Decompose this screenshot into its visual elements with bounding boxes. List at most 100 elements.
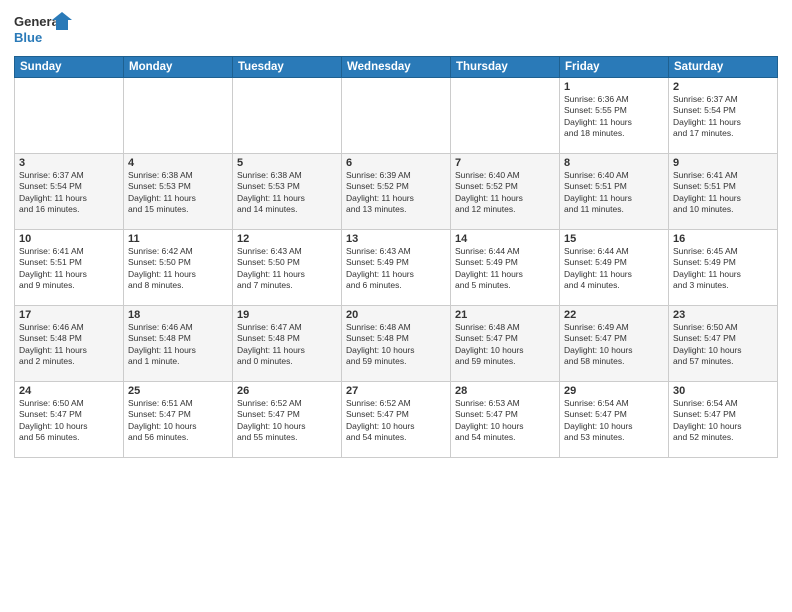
- day-number: 14: [455, 233, 555, 245]
- calendar-cell: 1Sunrise: 6:36 AM Sunset: 5:55 PM Daylig…: [560, 78, 669, 154]
- calendar-cell: [342, 78, 451, 154]
- day-info: Sunrise: 6:48 AM Sunset: 5:47 PM Dayligh…: [455, 322, 555, 368]
- calendar-cell: [233, 78, 342, 154]
- weekday-header: Monday: [124, 57, 233, 78]
- calendar-cell: 24Sunrise: 6:50 AM Sunset: 5:47 PM Dayli…: [15, 382, 124, 458]
- day-number: 10: [19, 233, 119, 245]
- calendar-cell: 2Sunrise: 6:37 AM Sunset: 5:54 PM Daylig…: [669, 78, 778, 154]
- calendar-cell: 29Sunrise: 6:54 AM Sunset: 5:47 PM Dayli…: [560, 382, 669, 458]
- day-info: Sunrise: 6:50 AM Sunset: 5:47 PM Dayligh…: [19, 398, 119, 444]
- header: General Blue: [14, 10, 778, 50]
- logo: General Blue: [14, 10, 74, 50]
- calendar-cell: 7Sunrise: 6:40 AM Sunset: 5:52 PM Daylig…: [451, 154, 560, 230]
- day-number: 19: [237, 309, 337, 321]
- day-number: 21: [455, 309, 555, 321]
- day-number: 6: [346, 157, 446, 169]
- day-number: 1: [564, 81, 664, 93]
- day-info: Sunrise: 6:46 AM Sunset: 5:48 PM Dayligh…: [128, 322, 228, 368]
- day-number: 16: [673, 233, 773, 245]
- day-info: Sunrise: 6:52 AM Sunset: 5:47 PM Dayligh…: [346, 398, 446, 444]
- day-number: 4: [128, 157, 228, 169]
- day-info: Sunrise: 6:38 AM Sunset: 5:53 PM Dayligh…: [128, 170, 228, 216]
- day-info: Sunrise: 6:40 AM Sunset: 5:51 PM Dayligh…: [564, 170, 664, 216]
- calendar-cell: 19Sunrise: 6:47 AM Sunset: 5:48 PM Dayli…: [233, 306, 342, 382]
- day-number: 7: [455, 157, 555, 169]
- calendar-cell: [15, 78, 124, 154]
- day-number: 24: [19, 385, 119, 397]
- svg-text:Blue: Blue: [14, 30, 42, 45]
- calendar-cell: 6Sunrise: 6:39 AM Sunset: 5:52 PM Daylig…: [342, 154, 451, 230]
- day-number: 5: [237, 157, 337, 169]
- day-number: 17: [19, 309, 119, 321]
- weekday-header: Wednesday: [342, 57, 451, 78]
- calendar-week-row: 3Sunrise: 6:37 AM Sunset: 5:54 PM Daylig…: [15, 154, 778, 230]
- calendar-cell: 13Sunrise: 6:43 AM Sunset: 5:49 PM Dayli…: [342, 230, 451, 306]
- calendar-week-row: 24Sunrise: 6:50 AM Sunset: 5:47 PM Dayli…: [15, 382, 778, 458]
- calendar-cell: 5Sunrise: 6:38 AM Sunset: 5:53 PM Daylig…: [233, 154, 342, 230]
- calendar-cell: 26Sunrise: 6:52 AM Sunset: 5:47 PM Dayli…: [233, 382, 342, 458]
- day-info: Sunrise: 6:53 AM Sunset: 5:47 PM Dayligh…: [455, 398, 555, 444]
- page: General Blue SundayMondayTuesdayWednesda…: [0, 0, 792, 612]
- calendar-cell: 15Sunrise: 6:44 AM Sunset: 5:49 PM Dayli…: [560, 230, 669, 306]
- svg-text:General: General: [14, 14, 62, 29]
- day-info: Sunrise: 6:47 AM Sunset: 5:48 PM Dayligh…: [237, 322, 337, 368]
- day-info: Sunrise: 6:43 AM Sunset: 5:49 PM Dayligh…: [346, 246, 446, 292]
- day-info: Sunrise: 6:48 AM Sunset: 5:48 PM Dayligh…: [346, 322, 446, 368]
- calendar-cell: 18Sunrise: 6:46 AM Sunset: 5:48 PM Dayli…: [124, 306, 233, 382]
- day-number: 20: [346, 309, 446, 321]
- calendar-cell: 16Sunrise: 6:45 AM Sunset: 5:49 PM Dayli…: [669, 230, 778, 306]
- calendar-week-row: 1Sunrise: 6:36 AM Sunset: 5:55 PM Daylig…: [15, 78, 778, 154]
- calendar-cell: 10Sunrise: 6:41 AM Sunset: 5:51 PM Dayli…: [15, 230, 124, 306]
- day-number: 18: [128, 309, 228, 321]
- calendar-cell: 11Sunrise: 6:42 AM Sunset: 5:50 PM Dayli…: [124, 230, 233, 306]
- calendar-cell: 9Sunrise: 6:41 AM Sunset: 5:51 PM Daylig…: [669, 154, 778, 230]
- calendar-cell: 23Sunrise: 6:50 AM Sunset: 5:47 PM Dayli…: [669, 306, 778, 382]
- day-info: Sunrise: 6:38 AM Sunset: 5:53 PM Dayligh…: [237, 170, 337, 216]
- day-info: Sunrise: 6:40 AM Sunset: 5:52 PM Dayligh…: [455, 170, 555, 216]
- weekday-header: Saturday: [669, 57, 778, 78]
- calendar-cell: 8Sunrise: 6:40 AM Sunset: 5:51 PM Daylig…: [560, 154, 669, 230]
- calendar-cell: 21Sunrise: 6:48 AM Sunset: 5:47 PM Dayli…: [451, 306, 560, 382]
- day-info: Sunrise: 6:41 AM Sunset: 5:51 PM Dayligh…: [673, 170, 773, 216]
- day-number: 25: [128, 385, 228, 397]
- day-info: Sunrise: 6:51 AM Sunset: 5:47 PM Dayligh…: [128, 398, 228, 444]
- calendar-cell: 17Sunrise: 6:46 AM Sunset: 5:48 PM Dayli…: [15, 306, 124, 382]
- day-number: 30: [673, 385, 773, 397]
- day-info: Sunrise: 6:39 AM Sunset: 5:52 PM Dayligh…: [346, 170, 446, 216]
- calendar-table: SundayMondayTuesdayWednesdayThursdayFrid…: [14, 56, 778, 458]
- day-info: Sunrise: 6:54 AM Sunset: 5:47 PM Dayligh…: [564, 398, 664, 444]
- day-info: Sunrise: 6:42 AM Sunset: 5:50 PM Dayligh…: [128, 246, 228, 292]
- calendar-cell: 4Sunrise: 6:38 AM Sunset: 5:53 PM Daylig…: [124, 154, 233, 230]
- day-info: Sunrise: 6:41 AM Sunset: 5:51 PM Dayligh…: [19, 246, 119, 292]
- day-info: Sunrise: 6:52 AM Sunset: 5:47 PM Dayligh…: [237, 398, 337, 444]
- day-number: 8: [564, 157, 664, 169]
- day-info: Sunrise: 6:44 AM Sunset: 5:49 PM Dayligh…: [455, 246, 555, 292]
- logo-svg: General Blue: [14, 10, 74, 50]
- day-info: Sunrise: 6:37 AM Sunset: 5:54 PM Dayligh…: [673, 94, 773, 140]
- calendar-cell: 20Sunrise: 6:48 AM Sunset: 5:48 PM Dayli…: [342, 306, 451, 382]
- day-number: 28: [455, 385, 555, 397]
- day-number: 13: [346, 233, 446, 245]
- day-number: 27: [346, 385, 446, 397]
- day-number: 9: [673, 157, 773, 169]
- calendar-cell: 25Sunrise: 6:51 AM Sunset: 5:47 PM Dayli…: [124, 382, 233, 458]
- day-info: Sunrise: 6:49 AM Sunset: 5:47 PM Dayligh…: [564, 322, 664, 368]
- day-info: Sunrise: 6:54 AM Sunset: 5:47 PM Dayligh…: [673, 398, 773, 444]
- calendar-cell: [124, 78, 233, 154]
- day-info: Sunrise: 6:46 AM Sunset: 5:48 PM Dayligh…: [19, 322, 119, 368]
- day-number: 29: [564, 385, 664, 397]
- day-info: Sunrise: 6:43 AM Sunset: 5:50 PM Dayligh…: [237, 246, 337, 292]
- day-number: 15: [564, 233, 664, 245]
- day-number: 26: [237, 385, 337, 397]
- calendar-cell: 27Sunrise: 6:52 AM Sunset: 5:47 PM Dayli…: [342, 382, 451, 458]
- calendar-cell: 14Sunrise: 6:44 AM Sunset: 5:49 PM Dayli…: [451, 230, 560, 306]
- calendar-cell: 12Sunrise: 6:43 AM Sunset: 5:50 PM Dayli…: [233, 230, 342, 306]
- day-number: 2: [673, 81, 773, 93]
- day-info: Sunrise: 6:44 AM Sunset: 5:49 PM Dayligh…: [564, 246, 664, 292]
- day-info: Sunrise: 6:50 AM Sunset: 5:47 PM Dayligh…: [673, 322, 773, 368]
- weekday-header: Friday: [560, 57, 669, 78]
- day-number: 12: [237, 233, 337, 245]
- calendar-week-row: 10Sunrise: 6:41 AM Sunset: 5:51 PM Dayli…: [15, 230, 778, 306]
- day-number: 3: [19, 157, 119, 169]
- weekday-header: Thursday: [451, 57, 560, 78]
